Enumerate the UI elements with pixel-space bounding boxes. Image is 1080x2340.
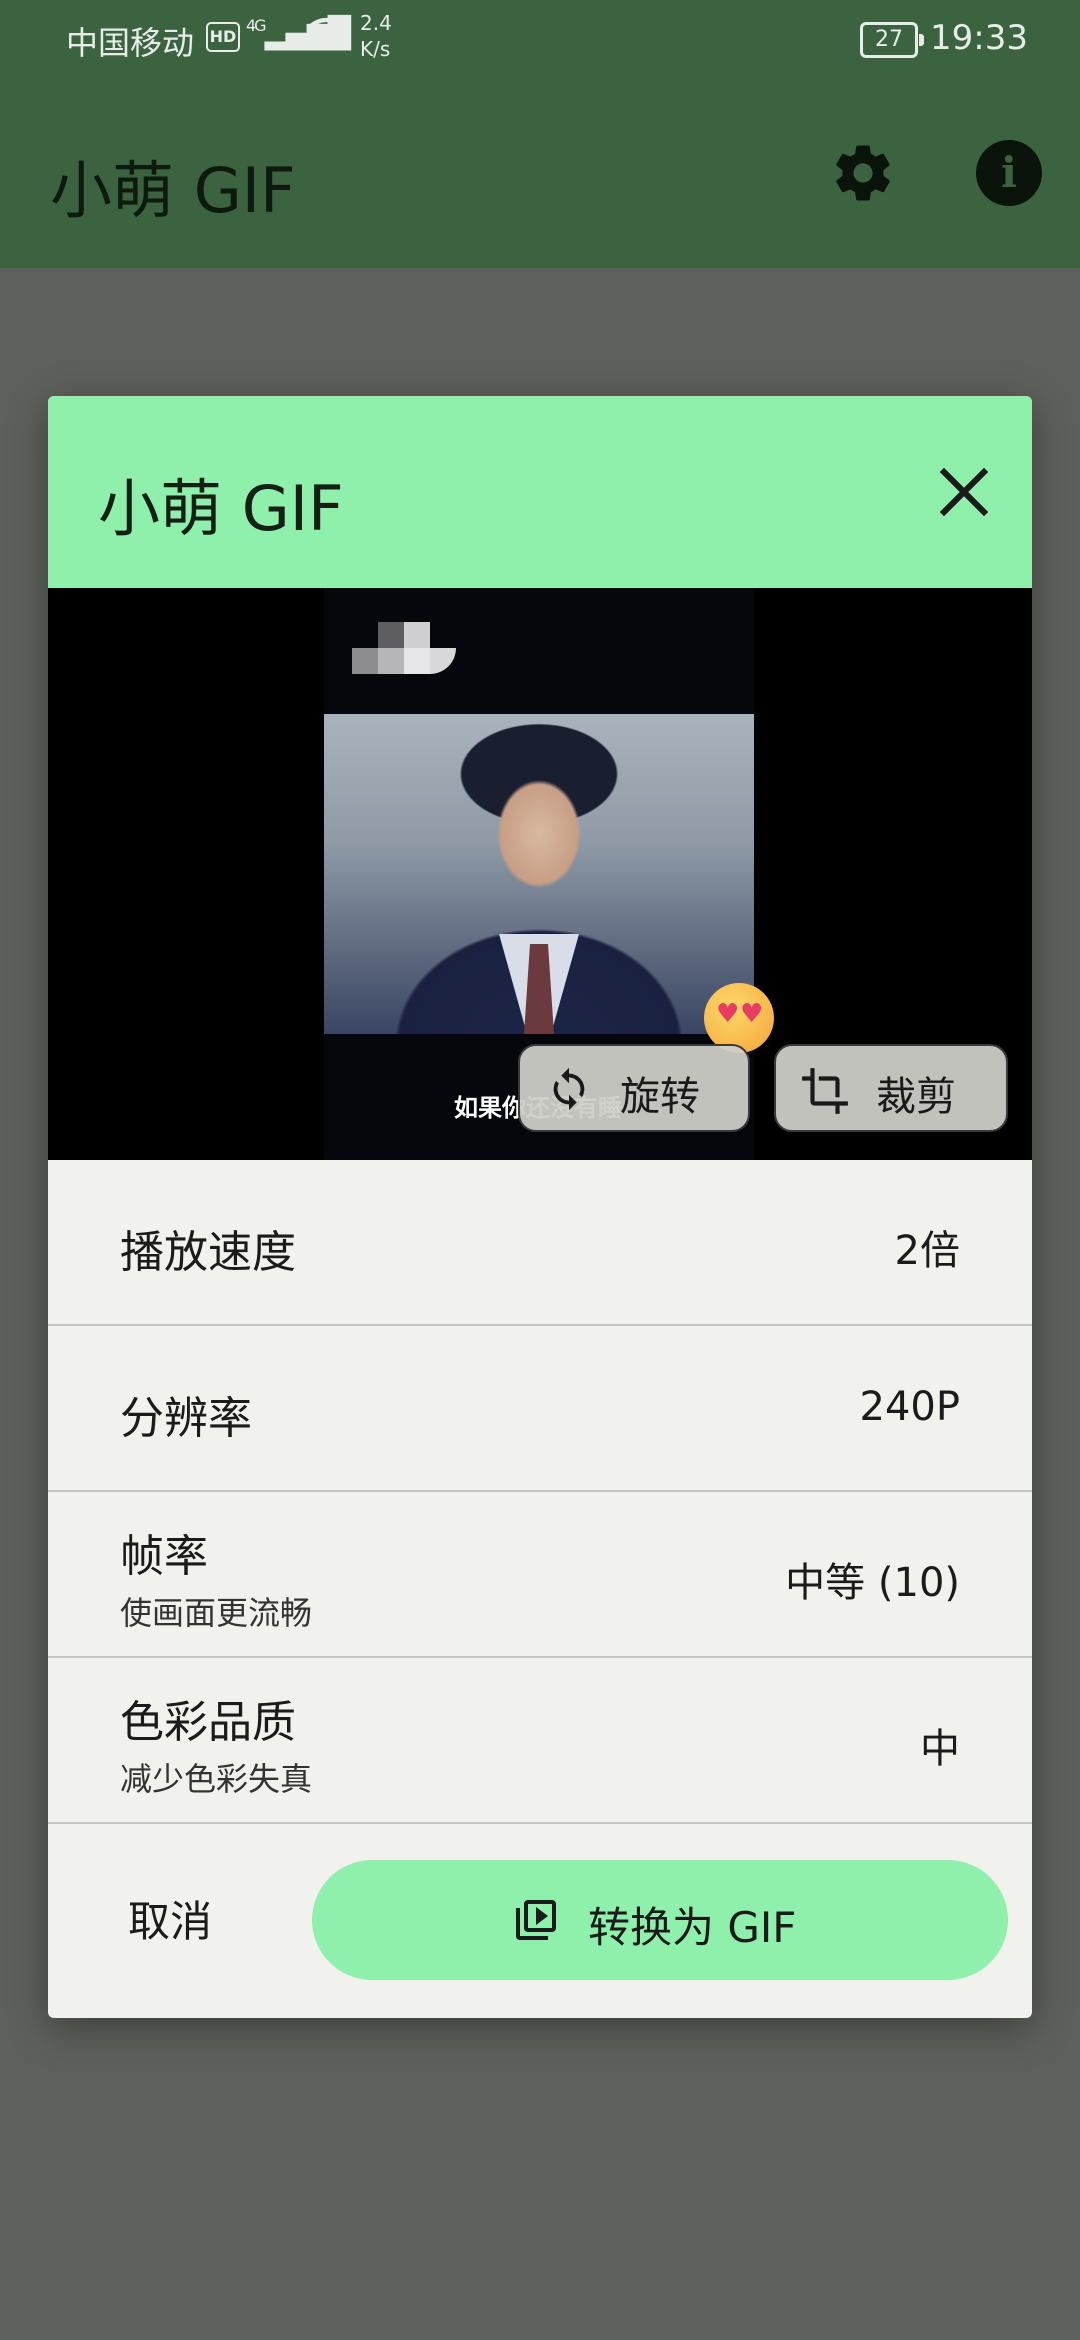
- gear-icon[interactable]: [830, 140, 896, 206]
- dialog-header: 小萌 GIF: [48, 396, 1032, 588]
- setting-subtitle: 减少色彩失真: [120, 1760, 313, 1798]
- setting-value: 中: [920, 1726, 960, 1772]
- video-preview: 如果你还没有睡 ♥♥ 旋转 裁剪: [48, 588, 1032, 1160]
- setting-label: 播放速度: [120, 1227, 296, 1278]
- info-icon[interactable]: i: [976, 140, 1042, 206]
- network-speed: 2.4 K/s: [360, 11, 392, 61]
- app-bar: 中国移动 HD 4G▂▄▆█ 2.4 K/s 27 19:33 小萌 GIF i: [0, 0, 1080, 268]
- wifi-icon: [306, 16, 346, 58]
- rotate-button[interactable]: 旋转: [518, 1044, 750, 1132]
- rotate-icon: [553, 1067, 585, 1111]
- setting-resolution[interactable]: 分辨率 240P: [48, 1326, 1032, 1492]
- hd-badge: HD: [206, 22, 240, 52]
- clock: 19:33: [930, 18, 1028, 58]
- setting-color-quality[interactable]: 色彩品质 减少色彩失真 中: [48, 1658, 1032, 1824]
- convert-label: 转换为 GIF: [588, 1903, 797, 1952]
- close-icon[interactable]: [928, 456, 1000, 528]
- cancel-button[interactable]: 取消: [128, 1888, 212, 1949]
- convert-dialog: 小萌 GIF 如果你还没有睡 ♥♥ 旋: [48, 396, 1032, 2018]
- video-library-icon: [516, 1900, 556, 1940]
- video-still-image: [324, 714, 754, 1034]
- setting-frame-rate[interactable]: 帧率 使画面更流畅 中等 (10): [48, 1492, 1032, 1658]
- heart-eyes-emoji-icon: ♥ ♥: [704, 983, 774, 1053]
- setting-label: 色彩品质: [120, 1697, 296, 1748]
- setting-value: 中等 (10): [785, 1560, 960, 1606]
- setting-value: 240P: [859, 1384, 960, 1430]
- status-bar: 中国移动 HD 4G▂▄▆█ 2.4 K/s 27 19:33: [0, 0, 1080, 80]
- mosaic-avatar: [352, 618, 462, 674]
- crop-label: 裁剪: [876, 1074, 956, 1120]
- rotate-label: 旋转: [620, 1074, 700, 1120]
- setting-subtitle: 使画面更流畅: [120, 1594, 313, 1632]
- setting-label: 帧率: [120, 1531, 208, 1582]
- dialog-title: 小萌 GIF: [98, 472, 344, 545]
- battery-icon: 27: [860, 22, 924, 58]
- setting-value: 2倍: [894, 1228, 960, 1274]
- convert-to-gif-button[interactable]: 转换为 GIF: [312, 1860, 1008, 1980]
- dialog-footer: 取消 转换为 GIF: [48, 1826, 1032, 2018]
- crop-icon: [802, 1068, 848, 1114]
- app-title: 小萌 GIF: [50, 154, 296, 227]
- crop-button[interactable]: 裁剪: [774, 1044, 1008, 1132]
- setting-playback-speed[interactable]: 播放速度 2倍: [48, 1160, 1032, 1326]
- setting-label: 分辨率: [120, 1393, 252, 1444]
- carrier-name: 中国移动: [66, 24, 195, 62]
- settings-list: 播放速度 2倍 分辨率 240P 帧率 使画面更流畅 中等 (10) 色彩品质 …: [48, 1160, 1032, 1824]
